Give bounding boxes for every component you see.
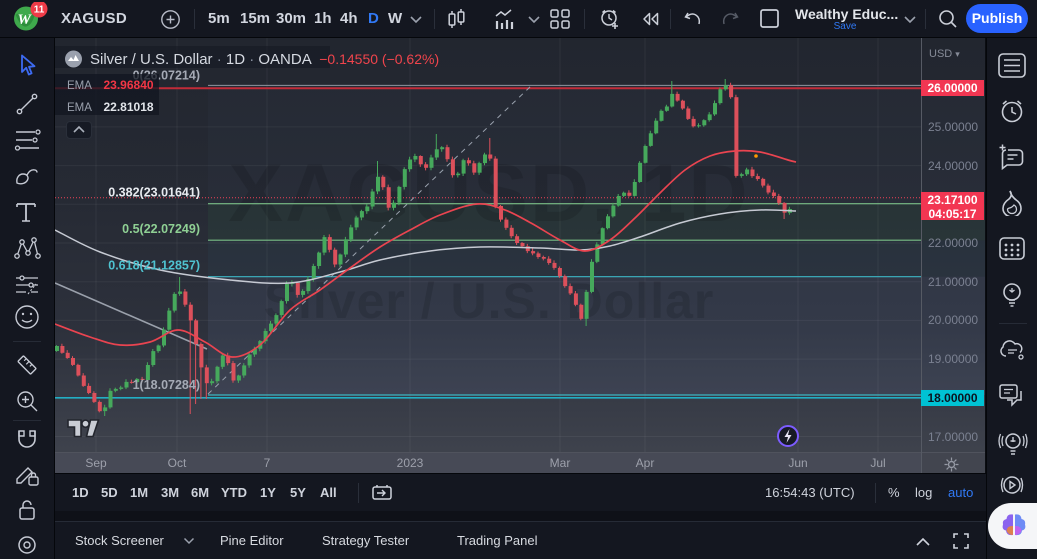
- svg-text:W: W: [18, 12, 33, 28]
- svg-text:11: 11: [34, 5, 45, 16]
- svg-text:0.5(22.07249): 0.5(22.07249): [122, 222, 200, 236]
- svg-text:1(18.07284): 1(18.07284): [133, 378, 200, 392]
- svg-text:0.382(23.01641): 0.382(23.01641): [108, 186, 200, 200]
- svg-text:0.618(21.12857): 0.618(21.12857): [108, 259, 200, 273]
